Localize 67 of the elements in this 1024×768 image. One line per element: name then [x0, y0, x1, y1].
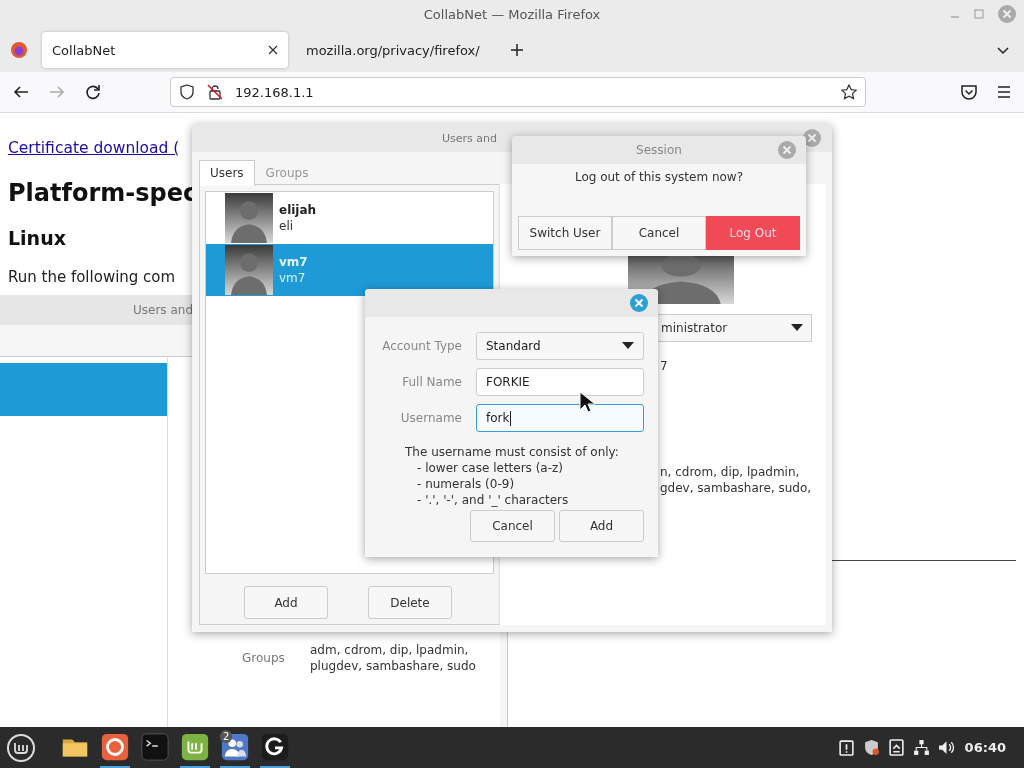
- field-label: Account Type: [381, 339, 462, 353]
- dropdown[interactable]: Standard: [476, 332, 644, 360]
- input-field[interactable]: fork: [476, 404, 644, 432]
- field-value: adm, cdrom, dip, lpadmin, plugdev, sambashare, sudo: [310, 642, 477, 674]
- action-button[interactable]: Add: [244, 586, 328, 619]
- user-row[interactable]: elijah eli: [206, 192, 493, 244]
- rule-text: - numerals (0-9): [417, 476, 516, 492]
- menu-icon[interactable]: [6, 732, 36, 763]
- heading: Platform-spec: [8, 179, 198, 207]
- field-value: gdev, sambashare, sudo,: [660, 481, 812, 495]
- app-icon: [220, 731, 250, 762]
- dialog-title: Session: [636, 143, 682, 157]
- reload-icon[interactable]: [84, 83, 102, 101]
- window-title: Users and: [133, 303, 193, 317]
- input-field[interactable]: FORKIE: [476, 368, 644, 396]
- field-value: n, cdrom, dip, lpadmin,: [660, 465, 800, 479]
- close-icon[interactable]: [268, 45, 278, 55]
- rule-text: - '.', '-', and '_' characters: [417, 492, 570, 508]
- rule-text: - lower case letters (a-z): [417, 460, 565, 476]
- insecure-lock-icon: [207, 84, 223, 100]
- app-icon: [260, 731, 290, 762]
- shield-icon[interactable]: [862, 739, 880, 756]
- app-icon: [100, 731, 130, 762]
- tab[interactable]: Users: [199, 160, 255, 186]
- new-tab-icon[interactable]: [510, 43, 524, 57]
- dialog-message: Log out of this system now?: [573, 170, 745, 184]
- paragraph: Run the following com: [8, 268, 176, 286]
- address-field[interactable]: 192.168.1.1: [170, 77, 866, 107]
- pointer-icon: [579, 391, 595, 413]
- volume-icon[interactable]: [937, 739, 955, 756]
- browser-tab[interactable]: mozilla.org/privacy/firefox/: [288, 32, 488, 68]
- network-icon[interactable]: [912, 739, 930, 756]
- firefox-icon: [10, 41, 28, 59]
- window-title: CollabNet — Mozilla Firefox: [423, 6, 601, 22]
- caret-icon: [791, 324, 803, 332]
- update-icon[interactable]: [887, 739, 905, 756]
- pocket-icon[interactable]: [960, 83, 978, 101]
- star-icon[interactable]: [841, 84, 857, 100]
- user-name: vm7: [279, 255, 308, 269]
- dialog-button[interactable]: Cancel: [612, 216, 706, 250]
- subheading: Linux: [8, 227, 66, 249]
- app-icon: [180, 731, 210, 762]
- hint-text: The username must consist of only:: [405, 444, 620, 460]
- field-label: Groups: [242, 651, 285, 665]
- field-label: Username: [399, 411, 462, 425]
- user-login: eli: [279, 219, 295, 233]
- user-login: vm7: [279, 271, 307, 285]
- browser-tab[interactable]: CollabNet: [42, 32, 288, 68]
- window-title: Users and: [442, 131, 497, 145]
- notification-badge: 2: [220, 730, 233, 743]
- caret-icon: [622, 342, 634, 350]
- app-icon: [140, 731, 170, 762]
- link[interactable]: Certificate download (: [8, 139, 180, 157]
- dialog-button[interactable]: Switch User: [518, 216, 612, 250]
- shield-icon: [179, 84, 195, 100]
- field-label: Full Name: [401, 375, 462, 389]
- clock: 06:40: [964, 740, 1006, 755]
- clipboard-icon[interactable]: [837, 739, 855, 756]
- menu-icon[interactable]: [996, 84, 1012, 100]
- avatar-icon: [225, 193, 273, 243]
- dialog-button[interactable]: Add: [559, 510, 644, 542]
- dialog-button[interactable]: Cancel: [470, 510, 555, 542]
- taskbar-app[interactable]: 2: [220, 727, 250, 768]
- user-name: elijah: [279, 203, 317, 217]
- action-button[interactable]: Delete: [368, 586, 452, 619]
- field-value: 7: [660, 359, 668, 373]
- avatar-icon: [225, 245, 273, 295]
